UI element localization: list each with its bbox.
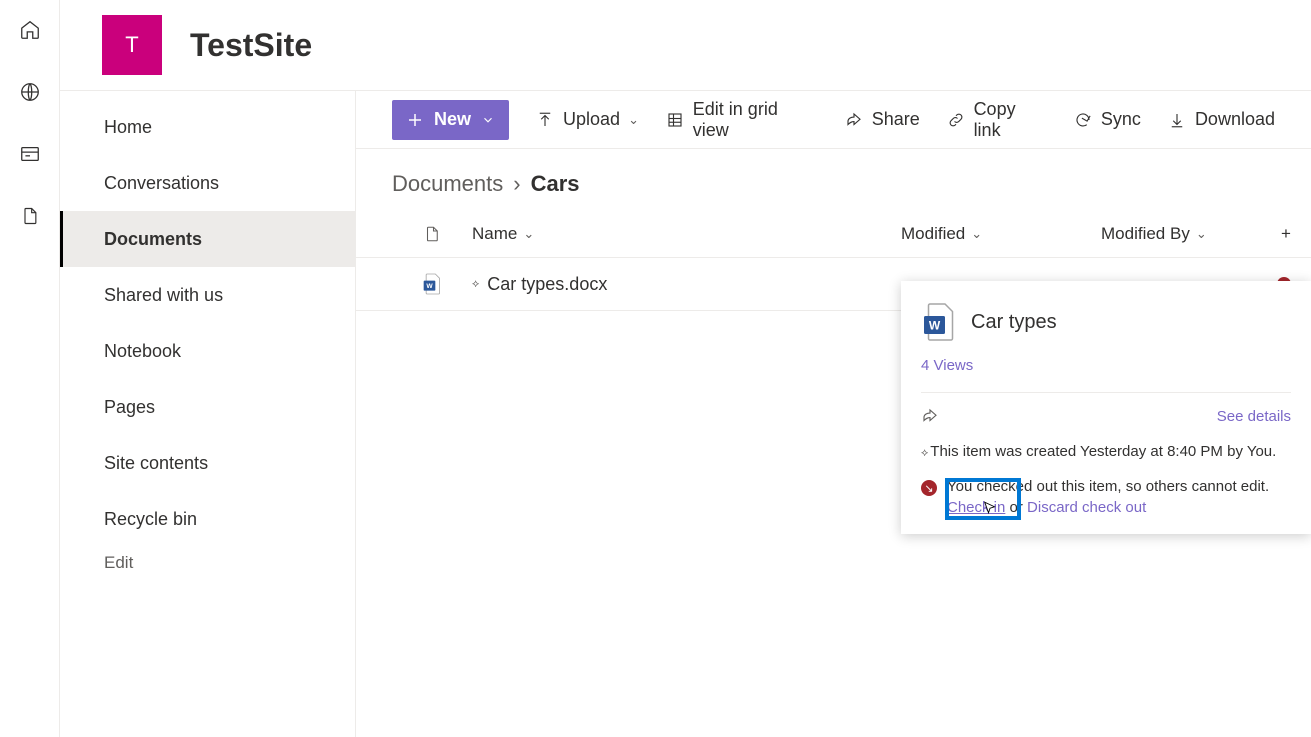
- breadcrumb: Documents › Cars: [356, 149, 1311, 211]
- nav-site-contents[interactable]: Site contents: [60, 435, 355, 491]
- nav-conversations[interactable]: Conversations: [60, 155, 355, 211]
- upload-button[interactable]: Upload ⌄: [535, 109, 639, 130]
- chevron-down-icon: ⌄: [1196, 226, 1207, 242]
- new-indicator-icon: ⟡: [921, 447, 928, 459]
- nav-notebook[interactable]: Notebook: [60, 323, 355, 379]
- edit-grid-label: Edit in grid view: [693, 99, 818, 141]
- breadcrumb-parent[interactable]: Documents: [392, 171, 503, 197]
- word-file-icon: W: [921, 301, 957, 343]
- sync-icon: [1073, 110, 1093, 130]
- column-header-modified[interactable]: Modified ⌄: [901, 224, 1101, 244]
- download-button[interactable]: Download: [1167, 109, 1275, 130]
- discard-checkout-link[interactable]: Discard check out: [1027, 499, 1146, 516]
- share-icon: [844, 110, 864, 130]
- upload-icon: [535, 110, 555, 130]
- column-header-name[interactable]: Name ⌄: [472, 224, 901, 244]
- or-text: or: [1005, 499, 1027, 516]
- checked-out-icon: ↘: [921, 480, 937, 496]
- site-title: TestSite: [190, 27, 312, 64]
- content-area: New Upload ⌄ Edit in grid: [356, 91, 1311, 737]
- nav-recycle-bin[interactable]: Recycle bin: [60, 491, 355, 547]
- new-button[interactable]: New: [392, 100, 509, 140]
- views-link[interactable]: 4 Views: [921, 357, 1291, 374]
- new-button-label: New: [434, 109, 471, 130]
- breadcrumb-separator: ›: [513, 171, 520, 197]
- add-column-button[interactable]: +: [1281, 224, 1311, 244]
- download-label: Download: [1195, 109, 1275, 130]
- col-name-label: Name: [472, 224, 517, 244]
- nav-shared[interactable]: Shared with us: [60, 267, 355, 323]
- file-type-icon: W: [392, 272, 472, 296]
- sync-button[interactable]: Sync: [1073, 109, 1141, 130]
- svg-text:W: W: [929, 319, 941, 333]
- breadcrumb-current: Cars: [531, 171, 580, 197]
- column-header-type-icon[interactable]: [392, 223, 472, 245]
- check-in-link[interactable]: Check in: [947, 499, 1005, 516]
- nav-home[interactable]: Home: [60, 99, 355, 155]
- command-bar: New Upload ⌄ Edit in grid: [356, 91, 1311, 149]
- news-icon[interactable]: [18, 142, 42, 166]
- column-header-row: Name ⌄ Modified ⌄ Modified By ⌄ +: [356, 211, 1311, 257]
- download-icon: [1167, 110, 1187, 130]
- hover-card-title: Car types: [971, 311, 1057, 334]
- grid-icon: [665, 110, 685, 130]
- nav-pages[interactable]: Pages: [60, 379, 355, 435]
- col-modified-label: Modified: [901, 224, 965, 244]
- chevron-down-icon: ⌄: [628, 112, 639, 128]
- files-icon[interactable]: [18, 204, 42, 228]
- column-header-modified-by[interactable]: Modified By ⌄: [1101, 224, 1281, 244]
- file-hover-card: W Car types 4 Views See details ⟡This it…: [901, 281, 1311, 534]
- nav-documents[interactable]: Documents: [60, 211, 355, 267]
- upload-label: Upload: [563, 109, 620, 130]
- see-details-link[interactable]: See details: [1217, 408, 1291, 425]
- chevron-down-icon: ⌄: [971, 226, 982, 242]
- nav-edit-link[interactable]: Edit: [60, 553, 355, 573]
- file-name: Car types.docx: [487, 274, 607, 295]
- hover-share-icon[interactable]: [921, 407, 939, 425]
- app-rail: [0, 0, 60, 737]
- svg-text:W: W: [426, 283, 433, 290]
- link-icon: [946, 110, 966, 130]
- globe-icon[interactable]: [18, 80, 42, 104]
- sync-label: Sync: [1101, 109, 1141, 130]
- edit-grid-button[interactable]: Edit in grid view: [665, 99, 818, 141]
- sidebar-nav: Home Conversations Documents Shared with…: [60, 91, 356, 737]
- copy-link-button[interactable]: Copy link: [946, 99, 1047, 141]
- home-icon[interactable]: [18, 18, 42, 42]
- created-text: ⟡This item was created Yesterday at 8:40…: [921, 443, 1291, 460]
- site-logo[interactable]: T: [102, 15, 162, 75]
- chevron-down-icon: ⌄: [523, 226, 534, 242]
- col-modified-by-label: Modified By: [1101, 224, 1190, 244]
- site-header: T TestSite: [60, 0, 1311, 90]
- share-label: Share: [872, 109, 920, 130]
- copy-link-label: Copy link: [974, 99, 1047, 141]
- checkout-message: You checked out this item, so others can…: [947, 478, 1269, 495]
- share-button[interactable]: Share: [844, 109, 920, 130]
- new-indicator-icon: ⟡: [472, 278, 479, 291]
